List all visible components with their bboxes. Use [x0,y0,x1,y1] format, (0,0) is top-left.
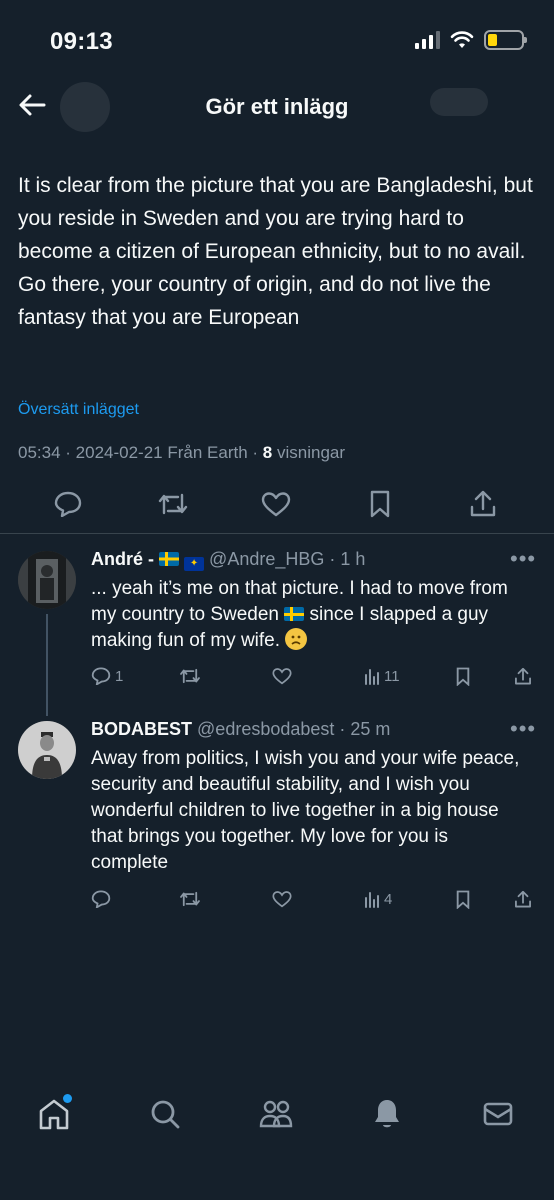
comment-icon [54,491,82,517]
comment-icon [91,667,111,685]
bookmark-button[interactable] [362,486,398,522]
like-button[interactable] [272,667,292,685]
reply-age: 1 h [340,549,366,569]
cellular-signal-icon [415,31,440,49]
more-icon[interactable]: ••• [510,716,536,742]
notifications-icon [375,1100,399,1128]
communities-icon [259,1100,293,1128]
reply-text: ... yeah it’s me on that picture. I had … [91,576,521,654]
reply-handle: @Andre_HBG [209,549,325,569]
bookmark-button[interactable] [455,667,471,686]
share-button[interactable] [514,890,532,909]
sad-face-icon [285,628,308,650]
views-count: 11 [384,667,400,685]
reply-handle: @edresbodabest [197,719,335,739]
reply-age: 25 m [350,719,391,739]
status-icons [415,30,527,50]
views-button[interactable]: 11 [364,667,400,685]
views-count: 8 [262,443,273,462]
translate-post-link[interactable]: Översätt inlägget [18,401,139,419]
more-icon[interactable]: ••• [510,546,536,572]
reply-header: André - ✦ @Andre_HBG · 1 h [91,549,366,571]
divider [0,533,554,534]
comment-icon [91,890,111,908]
wifi-icon [450,31,474,48]
avatar-photo [18,551,76,609]
share-button[interactable] [514,667,532,686]
reply-author-name[interactable]: André - [91,549,154,569]
like-icon [272,668,292,685]
bookmark-icon [456,890,470,909]
bottom-nav [0,1082,554,1146]
like-icon [272,891,292,908]
share-icon [515,890,531,908]
repost-button[interactable] [155,486,191,522]
post-meta: 05:34 · 2024-02-21 Från Earth · 8 visnin… [18,443,346,462]
reply-button[interactable] [91,890,111,908]
avatar[interactable] [18,721,76,779]
search-icon [151,1100,180,1129]
reply-text: Away from politics, I wish you and your … [91,748,520,873]
notification-dot [63,1094,72,1103]
reply-button[interactable]: 1 [91,667,123,685]
like-button[interactable] [272,890,292,908]
nav-communities[interactable] [256,1094,296,1134]
like-icon [261,492,291,517]
share-icon [470,490,496,517]
repost-icon [180,891,200,907]
nav-search[interactable] [145,1094,185,1134]
share-icon [515,667,531,685]
reply-button[interactable] [50,486,86,522]
repost-icon [180,668,200,684]
views-icon [365,892,379,908]
bookmark-icon [456,667,470,686]
nav-home[interactable] [34,1094,74,1134]
eu-flag-icon: ✦ [184,557,205,571]
sweden-flag-icon [159,552,180,566]
post-date: 2024-02-21 [75,443,163,462]
views-label: visningar [276,443,346,462]
reply-author-name[interactable]: BODABEST [91,719,192,739]
reply-count: 1 [115,667,124,685]
post-source: Från Earth [167,443,248,462]
like-button[interactable] [258,486,294,522]
views-icon [365,669,379,685]
repost-button[interactable] [178,667,202,685]
repost-button[interactable] [178,890,202,908]
sweden-flag-icon [284,607,305,621]
share-button[interactable] [465,486,501,522]
bookmark-icon [370,490,390,518]
status-time: 09:13 [50,28,113,55]
messages-icon [483,1102,513,1126]
views-button[interactable]: 4 [364,890,392,908]
page-title: Gör ett inlägg [205,94,349,119]
post-text: It is clear from the picture that you ar… [18,174,533,329]
avatar[interactable] [18,551,76,609]
avatar-photo [18,721,76,779]
post-actions [0,480,554,526]
bookmark-button[interactable] [455,890,471,909]
battery-icon [484,30,527,50]
thread-line [46,614,48,716]
post-time: 05:34 [18,443,61,462]
nav-messages[interactable] [478,1094,518,1134]
nav-notifications[interactable] [367,1094,407,1134]
reply-header: BODABEST @edresbodabest · 25 m [91,719,391,739]
views-count: 4 [384,890,393,908]
repost-icon [158,493,188,515]
